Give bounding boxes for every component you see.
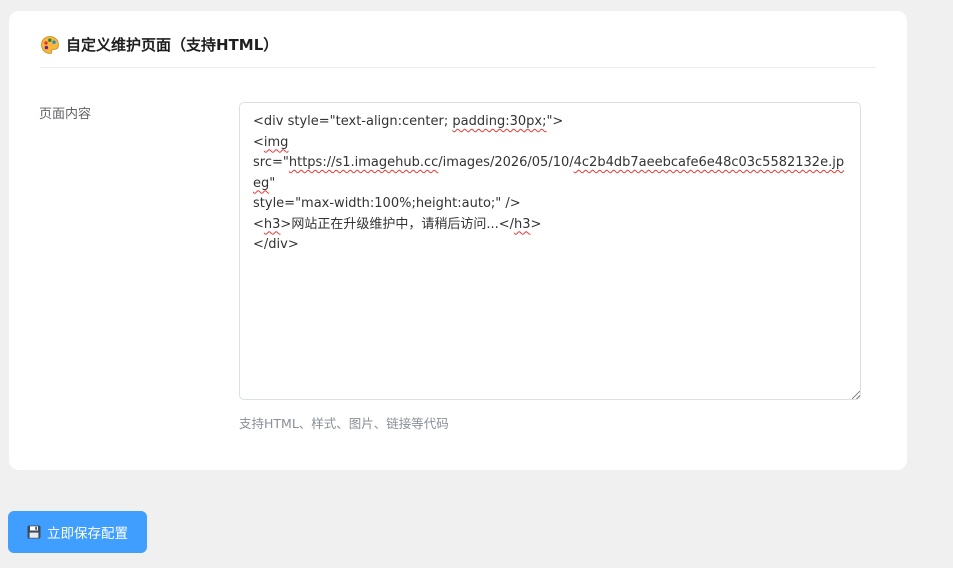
spellcheck-flagged-text: h3	[513, 216, 531, 232]
code-text: ">	[546, 114, 564, 129]
code-line: </div>	[253, 235, 847, 256]
card-title: 自定义维护页面（支持HTML）	[66, 36, 279, 54]
page-content-textarea[interactable]: <div style="text-align:center; padding:3…	[239, 102, 861, 400]
code-text: </div>	[253, 237, 299, 252]
card-header: 自定义维护页面（支持HTML）	[40, 34, 876, 68]
code-line: <div style="text-align:center; padding:3…	[253, 112, 847, 133]
textarea-resize-handle[interactable]	[852, 391, 860, 399]
code-text: src="	[253, 155, 289, 170]
spellcheck-flagged-text: img	[263, 134, 289, 150]
code-text: style="max-width:100%;height:auto;" />	[253, 196, 521, 211]
code-line: src="https://s1.imagehub.cc/images/2026/…	[253, 153, 847, 194]
page-content-label: 页面内容	[39, 107, 92, 122]
code-text: >网站正在升级维护中，请稍后访问...</	[280, 216, 514, 232]
save-config-label: 立即保存配置	[47, 526, 128, 542]
maintenance-page-card: 自定义维护页面（支持HTML） 页面内容 <div style="text-al…	[9, 11, 907, 470]
code-text: >	[530, 216, 542, 232]
code-text: <div style="text-align:center;	[253, 114, 453, 129]
code-text: <	[253, 134, 264, 150]
code-line: style="max-width:100%;height:auto;" />	[253, 194, 847, 215]
code-line: <img	[253, 133, 847, 154]
save-config-button[interactable]: 立即保存配置	[8, 511, 147, 553]
code-text: <	[253, 216, 264, 232]
code-line: <h3>网站正在升级维护中，请稍后访问...</h3>	[253, 215, 847, 236]
code-text: "	[269, 175, 276, 191]
page-content-hint: 支持HTML、样式、图片、链接等代码	[239, 416, 449, 431]
spellcheck-flagged-text: padding:30px;	[452, 114, 547, 129]
code-text: /images/2026/05/10/	[438, 155, 574, 170]
floppy-disk-icon	[27, 525, 41, 539]
spellcheck-flagged-text: https://s1.imagehub.cc	[288, 155, 439, 170]
spellcheck-flagged-text: h3	[263, 216, 281, 232]
palette-icon	[41, 36, 59, 54]
